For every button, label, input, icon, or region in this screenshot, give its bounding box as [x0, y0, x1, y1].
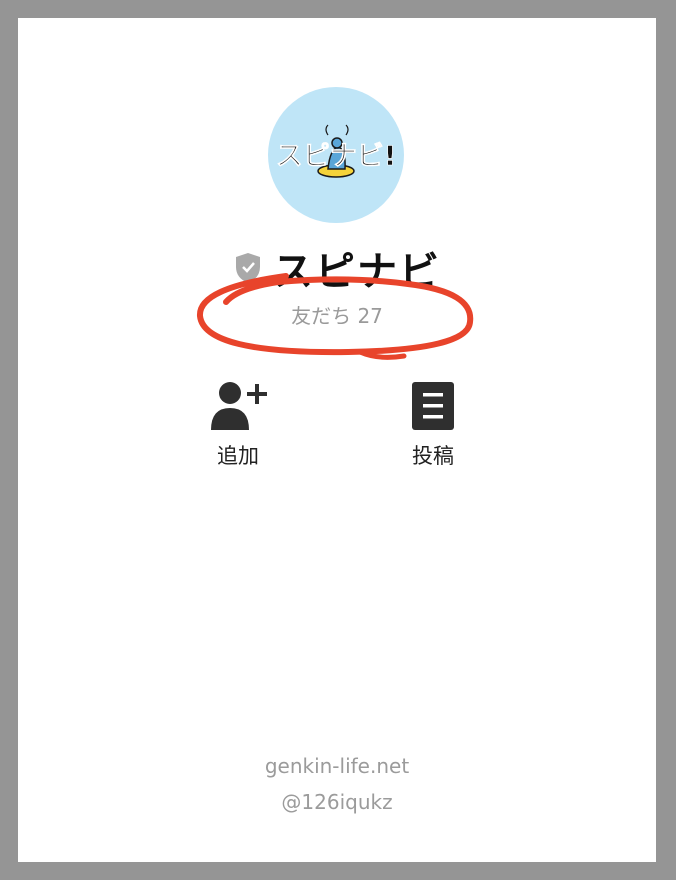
friends-count[interactable]: 友だち 27 — [18, 300, 656, 329]
profile-card: スピナビ! スピナビ 友だち 27 追加 投稿 genkin-life.net … — [18, 18, 656, 862]
post-button[interactable]: 投稿 — [373, 380, 493, 470]
watermark-site: genkin-life.net — [264, 754, 410, 778]
post-label: 投稿 — [412, 444, 454, 468]
add-friend-label: 追加 — [217, 444, 259, 468]
logo-text: スピナビ! — [276, 141, 396, 172]
add-friend-button[interactable]: 追加 — [178, 380, 298, 470]
profile-avatar[interactable]: スピナビ! — [268, 87, 404, 223]
add-friend-icon — [211, 382, 267, 430]
spinavi-logo: スピナビ! — [276, 124, 396, 178]
account-name-row: スピナビ — [18, 240, 656, 296]
account-name: スピナビ — [273, 249, 441, 295]
watermark-handle: @126iqukz — [281, 790, 393, 814]
post-icon — [412, 382, 454, 430]
shield-icon — [236, 253, 260, 283]
